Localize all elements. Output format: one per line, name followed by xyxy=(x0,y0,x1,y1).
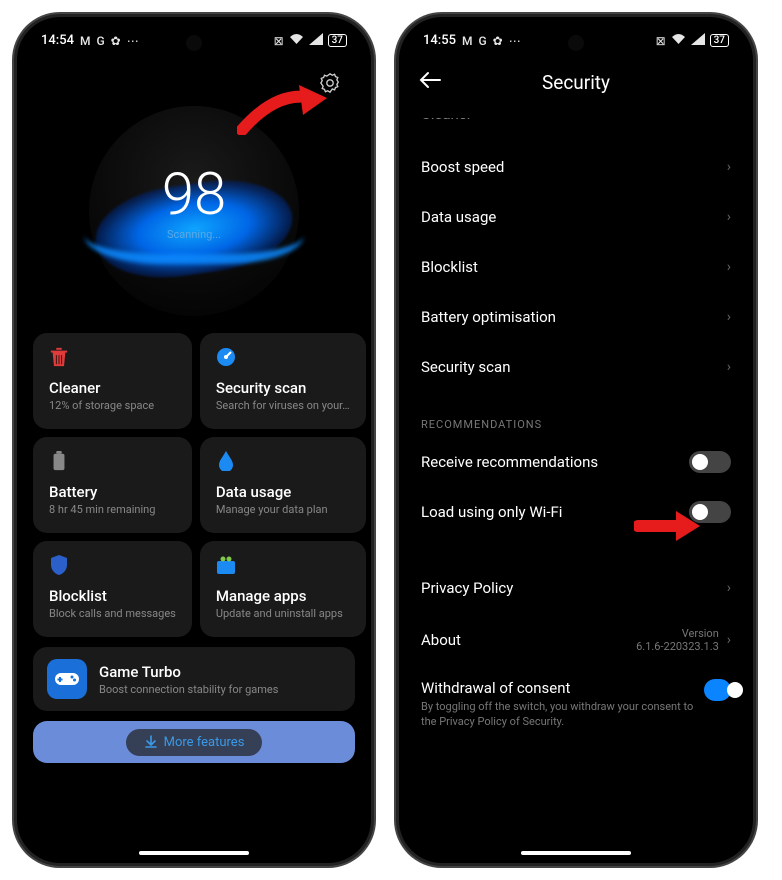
security-scan-tile[interactable]: Security scan Search for viruses on your… xyxy=(200,333,366,429)
gamepad-icon xyxy=(47,659,87,699)
toggle-receive-recommendations: Receive recommendations xyxy=(421,437,731,487)
trash-icon xyxy=(49,347,69,367)
tile-title: Blocklist xyxy=(49,587,176,605)
gauge-icon xyxy=(216,347,236,367)
download-icon xyxy=(144,735,158,749)
toggle-switch[interactable] xyxy=(689,451,731,473)
tile-title: Security scan xyxy=(216,379,350,397)
tile-subtitle: 8 hr 45 min remaining xyxy=(49,503,176,516)
more-features-button[interactable]: More features xyxy=(33,721,355,763)
page-title: Security xyxy=(542,71,610,94)
close-box-icon: ⊠ xyxy=(656,34,666,48)
phone-left: 14:54 M G ✿ ⋯ ⊠ 37 xyxy=(14,14,374,866)
security-score: 98 xyxy=(162,166,226,224)
scanning-label: Scanning... xyxy=(167,228,221,241)
tile-title: Data usage xyxy=(216,483,350,501)
game-turbo-card[interactable]: Game Turbo Boost connection stability fo… xyxy=(33,647,355,711)
home-indicator[interactable] xyxy=(521,851,631,855)
shield-icon xyxy=(49,555,69,575)
back-button[interactable] xyxy=(419,70,441,94)
gmail-icon: M xyxy=(80,34,91,48)
status-time: 14:55 xyxy=(423,33,456,48)
list-item-about[interactable]: About Version 6.1.6-220323.1.3 › xyxy=(421,613,731,667)
tile-subtitle: Boost connection stability for games xyxy=(99,683,278,696)
tile-subtitle: Search for viruses on your… xyxy=(216,399,350,412)
toggle-switch[interactable] xyxy=(704,679,731,701)
feature-tiles: Cleaner 12% of storage space Security sc… xyxy=(17,323,371,637)
toggle-withdrawal-consent: Withdrawal of consent By toggling off th… xyxy=(421,667,731,730)
list-item-boost-speed[interactable]: Boost speed › xyxy=(421,142,731,192)
chevron-right-icon: › xyxy=(727,118,731,122)
tile-title: Cleaner xyxy=(49,379,176,397)
tile-subtitle: Update and uninstall apps xyxy=(216,607,350,620)
blocklist-tile[interactable]: Blocklist Block calls and messages xyxy=(33,541,192,637)
list-item-data-usage[interactable]: Data usage › xyxy=(421,192,731,242)
chevron-right-icon: › xyxy=(727,309,731,325)
apps-icon xyxy=(216,555,236,575)
list-item-security-scan[interactable]: Security scan › xyxy=(421,342,731,392)
list-item-battery-optimisation[interactable]: Battery optimisation › xyxy=(421,292,731,342)
tile-subtitle: Block calls and messages xyxy=(49,607,176,620)
wifi-icon xyxy=(289,33,304,48)
page-header: Security xyxy=(399,56,753,118)
chevron-right-icon: › xyxy=(727,359,731,375)
manage-apps-tile[interactable]: Manage apps Update and uninstall apps xyxy=(200,541,366,637)
status-time: 14:54 xyxy=(41,33,74,48)
google-icon: G xyxy=(478,34,486,48)
annotation-arrow xyxy=(634,507,702,545)
cleaner-tile[interactable]: Cleaner 12% of storage space xyxy=(33,333,192,429)
signal-icon xyxy=(691,33,705,48)
tile-subtitle: Manage your data plan xyxy=(216,503,350,516)
battery-indicator: 37 xyxy=(328,34,347,47)
more-status-icon: ⋯ xyxy=(127,34,139,48)
close-box-icon: ⊠ xyxy=(274,34,284,48)
battery-indicator: 37 xyxy=(710,34,729,47)
settings-status-icon: ✿ xyxy=(493,34,503,48)
phone-right: 14:55 M G ✿ ⋯ ⊠ 37 Security Cleaner xyxy=(396,14,756,866)
tile-title: Battery xyxy=(49,483,176,501)
signal-icon xyxy=(309,33,323,48)
google-icon: G xyxy=(96,34,104,48)
chevron-right-icon: › xyxy=(727,209,731,225)
settings-status-icon: ✿ xyxy=(111,34,121,48)
camera-notch xyxy=(186,35,202,51)
data-usage-tile[interactable]: Data usage Manage your data plan xyxy=(200,437,366,533)
camera-notch xyxy=(568,35,584,51)
battery-icon xyxy=(49,451,69,471)
drop-icon xyxy=(216,451,236,471)
battery-tile[interactable]: Battery 8 hr 45 min remaining xyxy=(33,437,192,533)
section-recommendations: RECOMMENDATIONS xyxy=(421,392,731,437)
list-item-blocklist[interactable]: Blocklist › xyxy=(421,242,731,292)
tile-subtitle: 12% of storage space xyxy=(49,399,176,412)
wifi-icon xyxy=(671,33,686,48)
list-item-privacy-policy[interactable]: Privacy Policy › xyxy=(421,563,731,613)
chevron-right-icon: › xyxy=(727,259,731,275)
more-status-icon: ⋯ xyxy=(509,34,521,48)
chevron-right-icon: › xyxy=(727,632,731,648)
chevron-right-icon: › xyxy=(727,159,731,175)
settings-list: Cleaner › Boost speed › Data usage › Blo… xyxy=(399,118,753,730)
list-item-cleaner-cut[interactable]: Cleaner › xyxy=(421,118,731,142)
gmail-icon: M xyxy=(462,34,473,48)
tile-title: Manage apps xyxy=(216,587,350,605)
tile-title: Game Turbo xyxy=(99,663,278,681)
version-number: 6.1.6-220323.1.3 xyxy=(636,640,719,653)
chevron-right-icon: › xyxy=(727,580,731,596)
home-indicator[interactable] xyxy=(139,851,249,855)
annotation-arrow xyxy=(237,80,332,135)
